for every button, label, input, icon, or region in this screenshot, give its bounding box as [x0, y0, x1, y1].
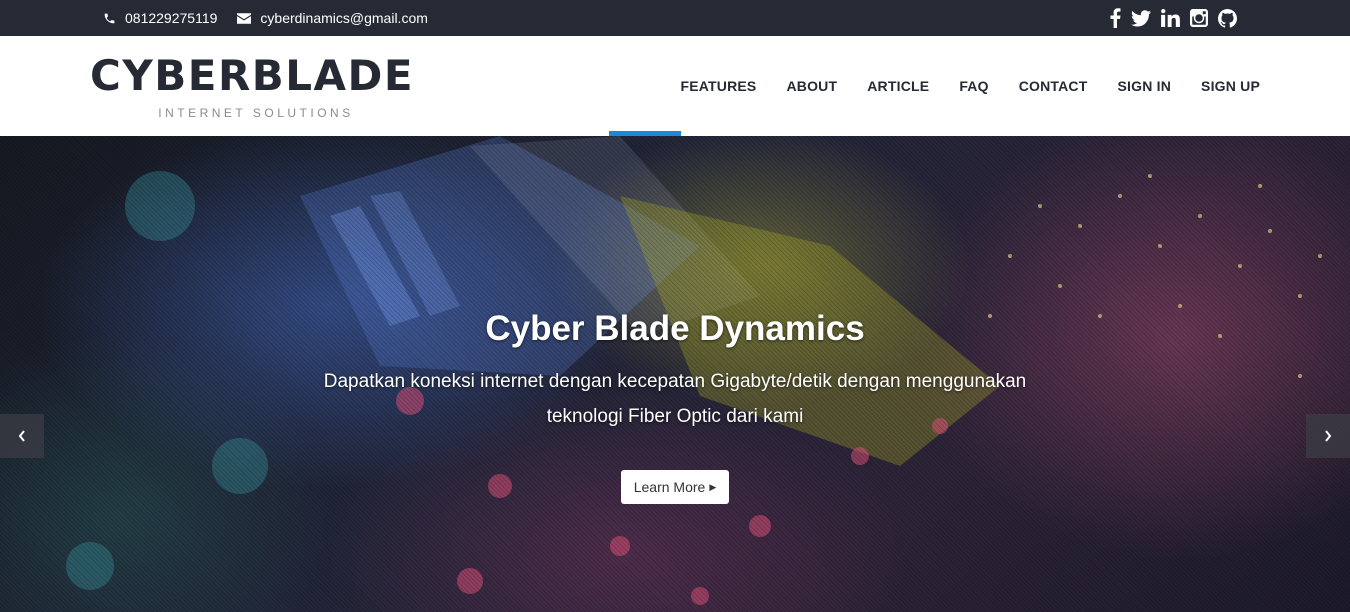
facebook-icon [1110, 8, 1121, 28]
brand-name: CYBERBLADE [90, 51, 415, 100]
github-icon [1218, 8, 1237, 28]
caret-right-icon: ▶ [709, 481, 717, 492]
chevron-left-icon [18, 430, 25, 442]
nav-article[interactable]: ARTICLE [867, 78, 929, 94]
github-link[interactable] [1218, 8, 1237, 28]
linkedin-link[interactable] [1161, 9, 1180, 27]
hero-title: Cyber Blade Dynamics [485, 309, 865, 348]
hero-carousel: Cyber Blade Dynamics Dapatkan koneksi in… [0, 136, 1350, 612]
carousel-prev-button[interactable] [0, 414, 44, 458]
top-bar: 081229275119 cyberdinamics@gmail.com [0, 0, 1350, 36]
instagram-link[interactable] [1190, 9, 1208, 27]
nav-sign-up[interactable]: SIGN UP [1201, 78, 1260, 94]
site-header: CYBERBLADE INTERNET SOLUTIONS FEATURES A… [0, 36, 1350, 136]
carousel-next-button[interactable] [1306, 414, 1350, 458]
main-nav: FEATURES ABOUT ARTICLE FAQ CONTACT SIGN … [650, 36, 1260, 136]
nav-features[interactable]: FEATURES [680, 78, 756, 94]
learn-more-button[interactable]: Learn More ▶ [620, 470, 730, 504]
chevron-right-icon [1325, 430, 1332, 442]
phone-icon [104, 13, 115, 23]
learn-more-label: Learn More [633, 479, 706, 495]
email-contact: cyberdinamics@gmail.com [237, 10, 428, 26]
twitter-link[interactable] [1131, 9, 1151, 27]
brand-tagline: INTERNET SOLUTIONS [158, 106, 354, 120]
nav-sign-in[interactable]: SIGN IN [1118, 78, 1172, 94]
nav-about[interactable]: ABOUT [786, 78, 837, 94]
twitter-icon [1131, 9, 1151, 26]
contact-info: 081229275119 cyberdinamics@gmail.com [103, 0, 448, 36]
linkedin-icon [1161, 9, 1180, 27]
phone-contact: 081229275119 [103, 10, 217, 26]
brand-logo[interactable]: CYBERBLADE INTERNET SOLUTIONS [90, 50, 422, 120]
email-address: cyberdinamics@gmail.com [260, 10, 428, 26]
instagram-icon [1190, 9, 1208, 27]
facebook-link[interactable] [1110, 8, 1121, 28]
phone-number: 081229275119 [125, 10, 218, 26]
nav-contact[interactable]: CONTACT [1019, 78, 1088, 94]
envelope-icon [237, 12, 252, 24]
hero-subtitle: Dapatkan koneksi internet dengan kecepat… [323, 371, 1027, 427]
nav-faq[interactable]: FAQ [959, 78, 988, 94]
social-links [1100, 0, 1237, 36]
hero-caption: Cyber Blade Dynamics Dapatkan koneksi in… [0, 306, 1350, 504]
